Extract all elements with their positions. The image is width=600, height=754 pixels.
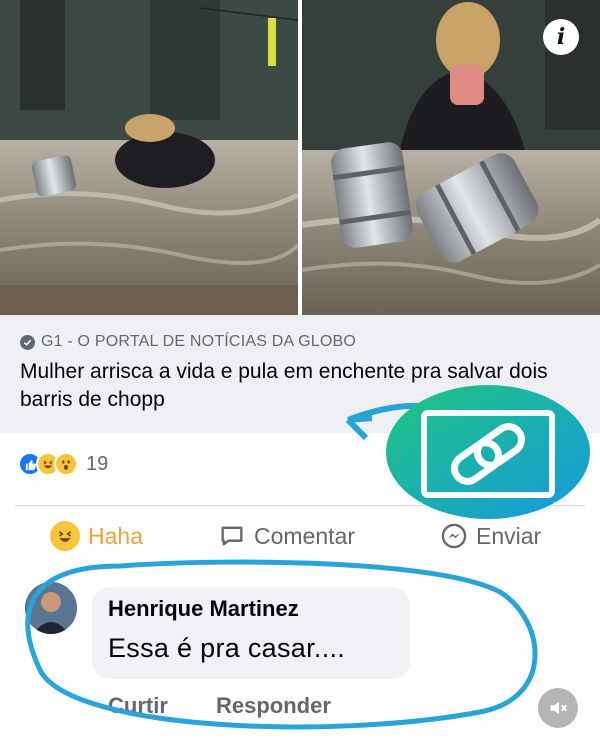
check-circle-icon [20,334,35,350]
post-headline[interactable]: Mulher arrisca a vida e pula em enchente… [20,358,550,414]
comment-text: Essa é pra casar.... [108,633,346,663]
comment-author[interactable]: Henrique Martinez [108,596,299,622]
haha-label: Haha [88,522,143,549]
like-comment-button[interactable]: Curtir [108,693,168,719]
comment-button[interactable]: Comentar [218,518,355,554]
send-label: Enviar [476,522,542,549]
reaction-count: 19 [86,452,109,475]
divider [15,505,585,506]
muted-speaker-icon[interactable] [538,688,578,728]
link-source: G1 - O PORTAL DE NOTÍCIAS DA GLOBO [20,333,356,351]
haha-button[interactable]: Haha [50,518,143,554]
commenter-avatar[interactable] [25,582,77,634]
info-icon[interactable]: i [543,19,579,55]
messenger-icon [441,523,467,549]
wow-reaction-icon [54,452,78,476]
reply-comment-button[interactable]: Responder [216,693,331,719]
comment-label: Comentar [254,522,355,549]
send-button[interactable]: Enviar [440,518,541,554]
source-name: G1 - O PORTAL DE NOTÍCIAS DA GLOBO [41,333,357,350]
news-photo[interactable]: i [0,0,600,315]
reactions-summary[interactable]: 19 [18,452,108,476]
speech-bubble-icon [221,526,243,546]
flood-photo-illustration [0,0,600,315]
haha-icon [50,521,80,551]
